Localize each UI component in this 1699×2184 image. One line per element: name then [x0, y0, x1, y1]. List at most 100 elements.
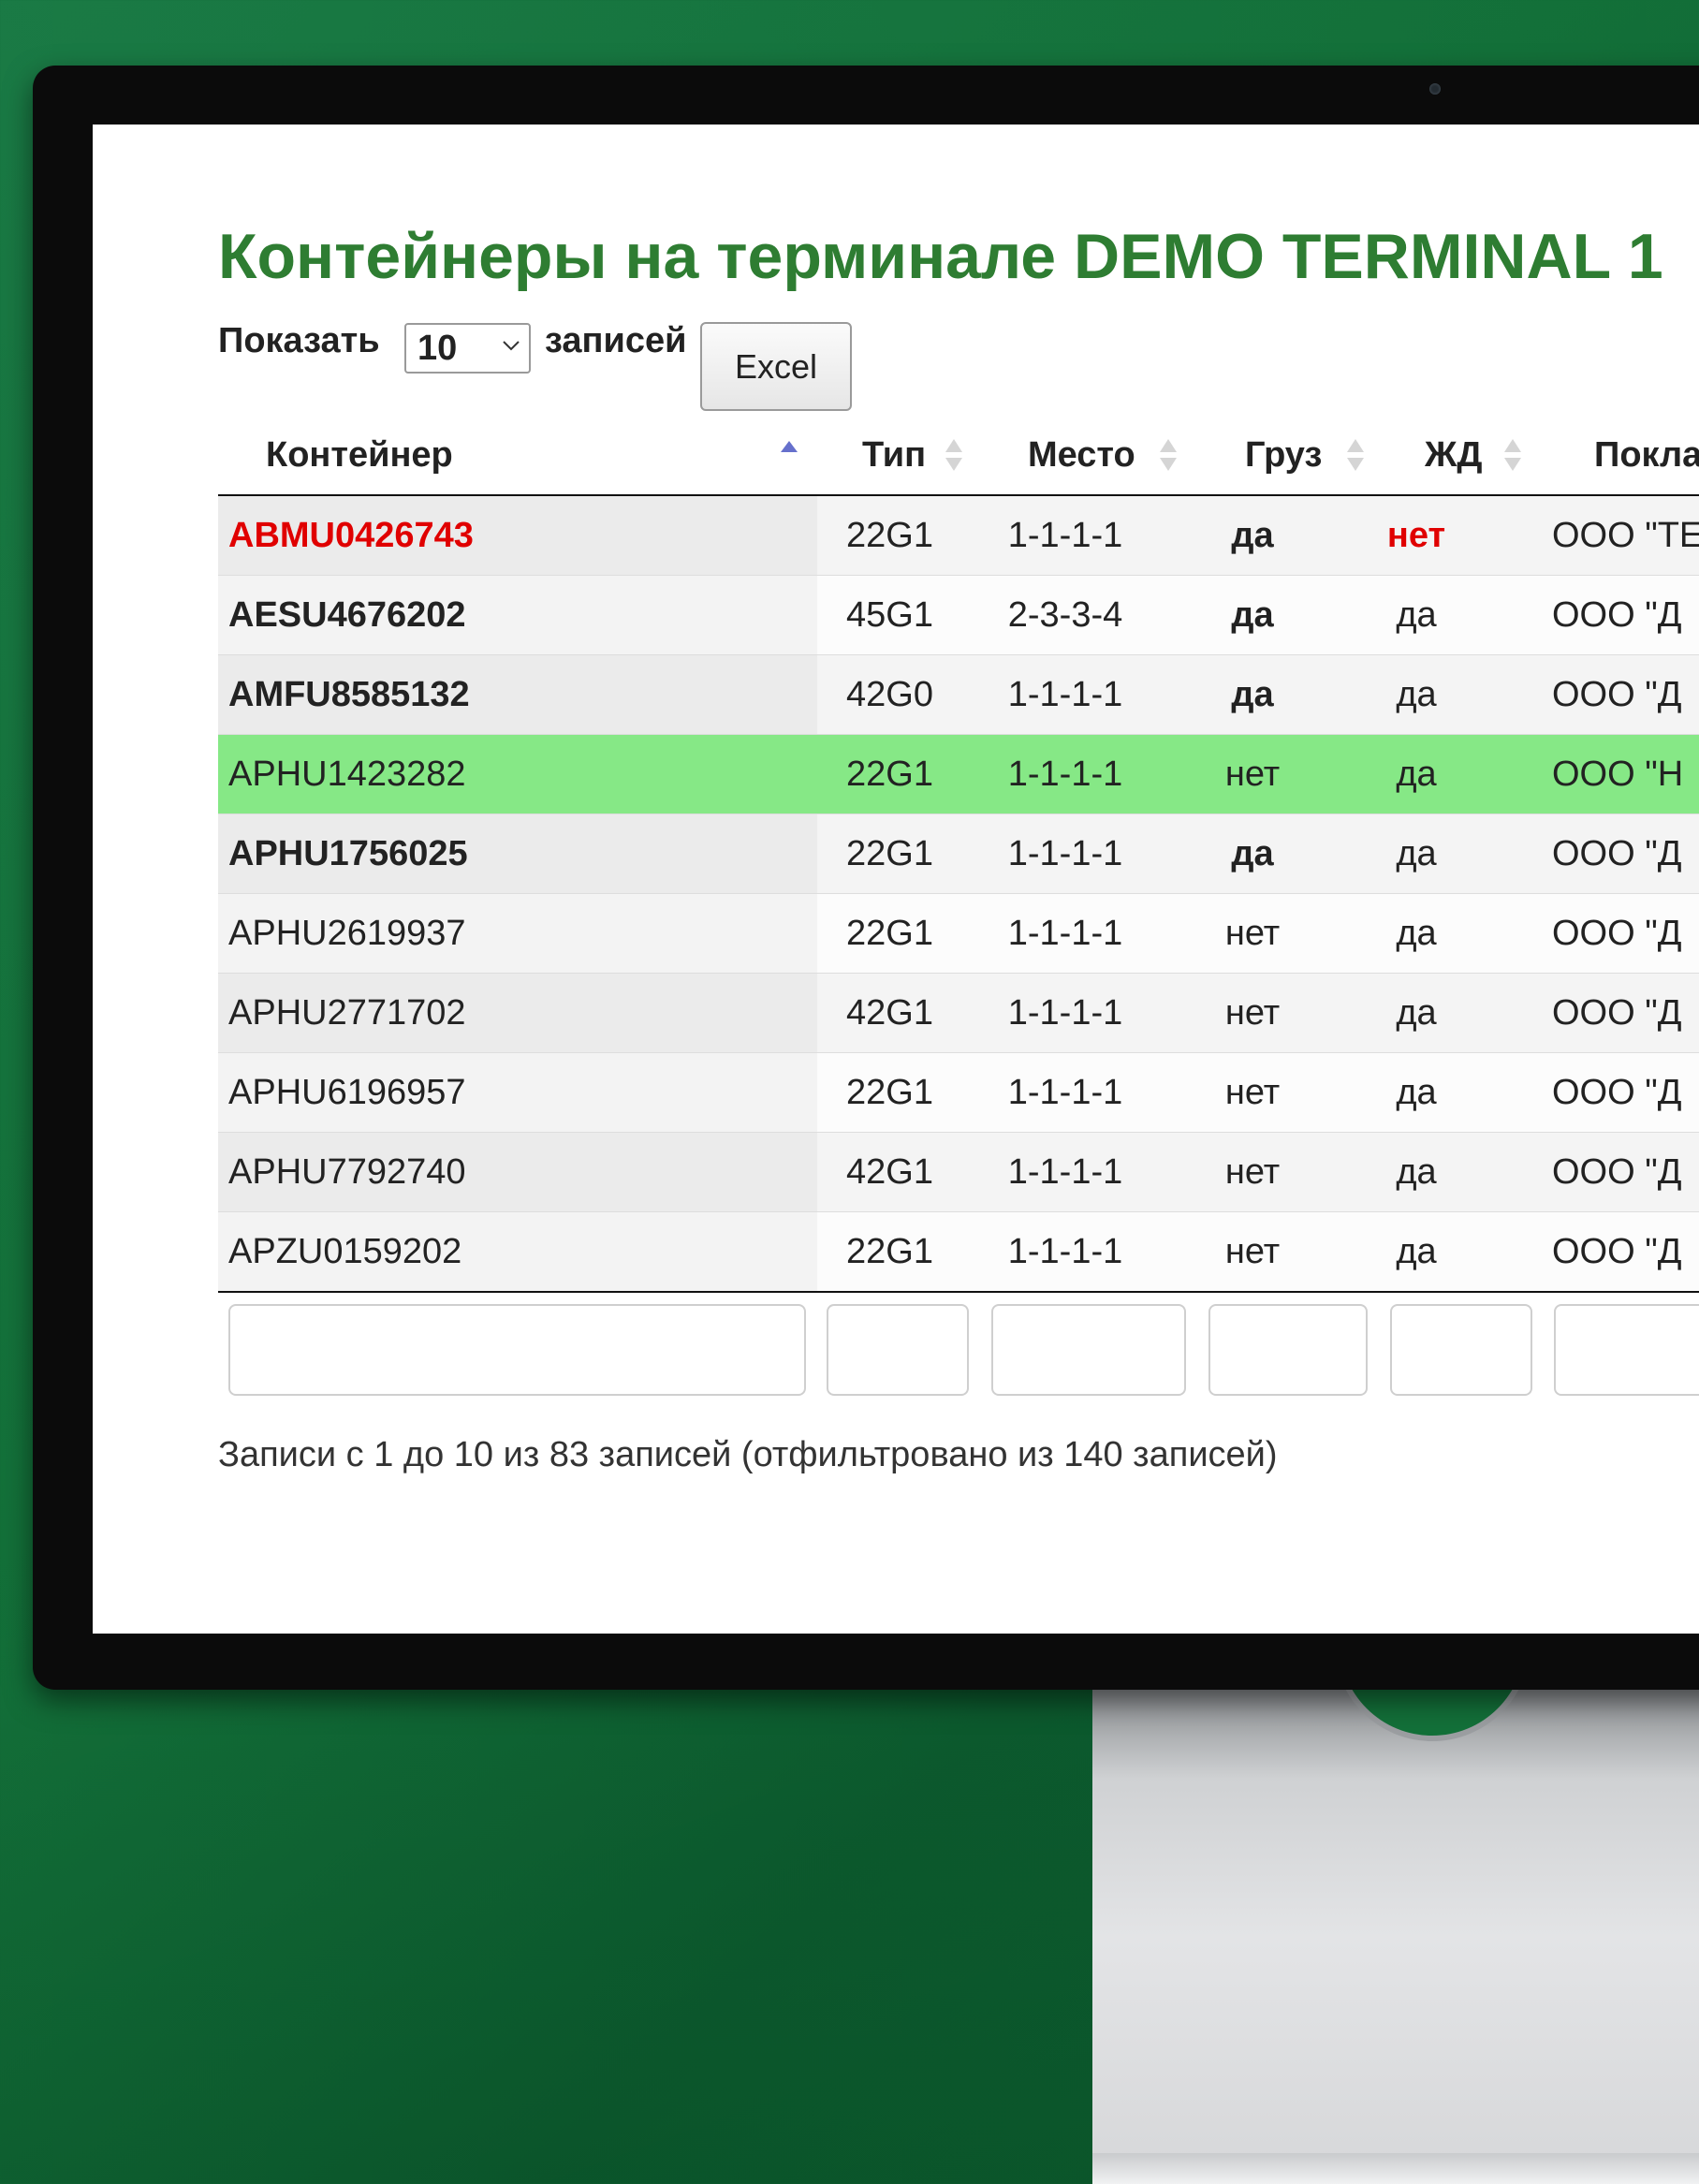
table-row[interactable]: APHU7792740 42G1 1-1-1-1 нет да ООО "Д — [218, 1133, 1699, 1212]
table-info: Записи с 1 до 10 из 83 записей (отфильтр… — [218, 1435, 1278, 1474]
cell-place: 1-1-1-1 — [1007, 834, 1123, 873]
page-size-select[interactable]: 10 — [404, 323, 531, 374]
cell-owner: ООО "Д — [1552, 595, 1682, 635]
cell-rail: да — [1396, 1073, 1437, 1112]
cell-owner: ООО "ТЕ — [1552, 516, 1699, 555]
table-row[interactable]: APZU0159202 22G1 1-1-1-1 нет да ООО "Д — [218, 1212, 1699, 1292]
cell-place: 1-1-1-1 — [1007, 1152, 1123, 1192]
cell-owner: ООО "Д — [1552, 834, 1682, 873]
cell-owner: ООО "Д — [1552, 1232, 1682, 1271]
cell-place: 2-3-3-4 — [1007, 595, 1123, 635]
excel-export-button[interactable]: Excel — [700, 322, 852, 411]
column-header-rail[interactable]: ЖД — [1425, 435, 1482, 476]
cell-place: 1-1-1-1 — [1007, 993, 1123, 1033]
cell-container[interactable]: APZU0159202 — [218, 1212, 817, 1291]
page-title: Контейнеры на терминале DEMO TERMINAL 1 — [218, 221, 1663, 292]
cell-place: 1-1-1-1 — [1007, 1232, 1123, 1271]
cell-cargo: да — [1231, 834, 1274, 873]
sort-asc-icon[interactable] — [781, 433, 798, 471]
cell-type: 22G1 — [846, 755, 933, 794]
containers-table: Контейнер Тип Место Груз ЖД Покла ABMU04… — [218, 424, 1699, 1400]
cell-cargo: нет — [1224, 1232, 1281, 1271]
column-header-type[interactable]: Тип — [862, 435, 926, 476]
cell-rail: да — [1396, 1152, 1437, 1192]
cell-place: 1-1-1-1 — [1007, 1073, 1123, 1112]
table-row[interactable]: APHU2619937 22G1 1-1-1-1 нет да ООО "Д — [218, 894, 1699, 974]
cell-cargo: нет — [1224, 914, 1281, 953]
table-row[interactable]: APHU1756025 22G1 1-1-1-1 да да ООО "Д — [218, 814, 1699, 894]
cell-container[interactable]: AESU4676202 — [218, 576, 817, 654]
cell-place: 1-1-1-1 — [1007, 755, 1123, 794]
cell-owner: ООО "Д — [1552, 1152, 1682, 1192]
cell-cargo: да — [1231, 675, 1274, 714]
cell-cargo: да — [1231, 516, 1274, 555]
column-header-place[interactable]: Место — [1028, 435, 1135, 476]
cell-rail: да — [1396, 675, 1437, 714]
cell-cargo: нет — [1224, 1152, 1281, 1192]
cell-rail: да — [1396, 993, 1437, 1033]
filter-type-input[interactable] — [827, 1304, 969, 1396]
sort-both-icon[interactable] — [1347, 439, 1364, 476]
cell-rail: да — [1396, 1232, 1437, 1271]
cell-type: 42G1 — [846, 1152, 933, 1192]
column-filters — [218, 1291, 1699, 1400]
background-shade — [0, 1685, 1123, 2184]
cell-container[interactable]: APHU6196957 — [218, 1053, 817, 1132]
cell-place: 1-1-1-1 — [1007, 516, 1123, 555]
cell-rail: да — [1396, 755, 1437, 794]
cell-rail: да — [1396, 914, 1437, 953]
cell-owner: ООО "Д — [1552, 675, 1682, 714]
cell-place: 1-1-1-1 — [1007, 675, 1123, 714]
cell-cargo: да — [1231, 595, 1274, 635]
monitor-stand-base — [1092, 2153, 1699, 2184]
cell-type: 42G1 — [846, 993, 933, 1033]
screen: Контейнеры на терминале DEMO TERMINAL 1 … — [93, 125, 1699, 1634]
filter-rail-input[interactable] — [1390, 1304, 1532, 1396]
filter-container-input[interactable] — [228, 1304, 806, 1396]
cell-container[interactable]: APHU2619937 — [218, 894, 817, 973]
table-row[interactable]: ABMU0426743 22G1 1-1-1-1 да нет ООО "ТЕ — [218, 496, 1699, 576]
filter-owner-input[interactable] — [1554, 1304, 1699, 1396]
table-row[interactable]: APHU6196957 22G1 1-1-1-1 нет да ООО "Д — [218, 1053, 1699, 1133]
cell-type: 45G1 — [846, 595, 933, 635]
cell-cargo: нет — [1224, 755, 1281, 794]
show-label: Показать — [218, 321, 380, 360]
table-row[interactable]: AESU4676202 45G1 2-3-3-4 да да ООО "Д — [218, 576, 1699, 655]
cell-type: 22G1 — [846, 1232, 933, 1271]
monitor-stand — [1092, 1690, 1699, 2184]
filter-cargo-input[interactable] — [1208, 1304, 1368, 1396]
cell-rail: да — [1396, 595, 1437, 635]
table-header: Контейнер Тип Место Груз ЖД Покла — [218, 424, 1699, 496]
camera-icon — [1429, 83, 1441, 95]
cell-rail: да — [1396, 834, 1437, 873]
column-header-cargo[interactable]: Груз — [1245, 435, 1322, 476]
records-label: записей — [545, 321, 687, 360]
table-row[interactable]: AMFU8585132 42G0 1-1-1-1 да да ООО "Д — [218, 655, 1699, 735]
cell-type: 42G0 — [846, 675, 933, 714]
page-size-value: 10 — [417, 329, 458, 368]
cell-container[interactable]: APHU7792740 — [218, 1133, 817, 1211]
column-header-owner[interactable]: Покла — [1594, 435, 1699, 476]
sort-both-icon[interactable] — [1504, 439, 1521, 476]
cell-container[interactable]: APHU1756025 — [218, 814, 817, 893]
table-row[interactable]: APHU2771702 42G1 1-1-1-1 нет да ООО "Д — [218, 974, 1699, 1053]
cell-container[interactable]: ABMU0426743 — [218, 496, 817, 575]
cell-type: 22G1 — [846, 914, 933, 953]
filter-place-input[interactable] — [991, 1304, 1186, 1396]
cell-type: 22G1 — [846, 516, 933, 555]
cell-place: 1-1-1-1 — [1007, 914, 1123, 953]
column-header-container[interactable]: Контейнер — [266, 435, 453, 476]
chevron-down-icon — [503, 341, 520, 351]
cell-owner: ООО "Д — [1552, 993, 1682, 1033]
cell-rail: нет — [1386, 516, 1446, 555]
cell-cargo: нет — [1224, 1073, 1281, 1112]
cell-container[interactable]: APHU1423282 — [218, 735, 817, 814]
cell-type: 22G1 — [846, 1073, 933, 1112]
sort-both-icon[interactable] — [945, 439, 962, 476]
sort-both-icon[interactable] — [1160, 439, 1177, 476]
cell-owner: ООО "Д — [1552, 914, 1682, 953]
table-row-highlighted[interactable]: APHU1423282 22G1 1-1-1-1 нет да ООО "Н — [218, 735, 1699, 814]
cell-container[interactable]: APHU2771702 — [218, 974, 817, 1052]
cell-container[interactable]: AMFU8585132 — [218, 655, 817, 734]
cell-type: 22G1 — [846, 834, 933, 873]
